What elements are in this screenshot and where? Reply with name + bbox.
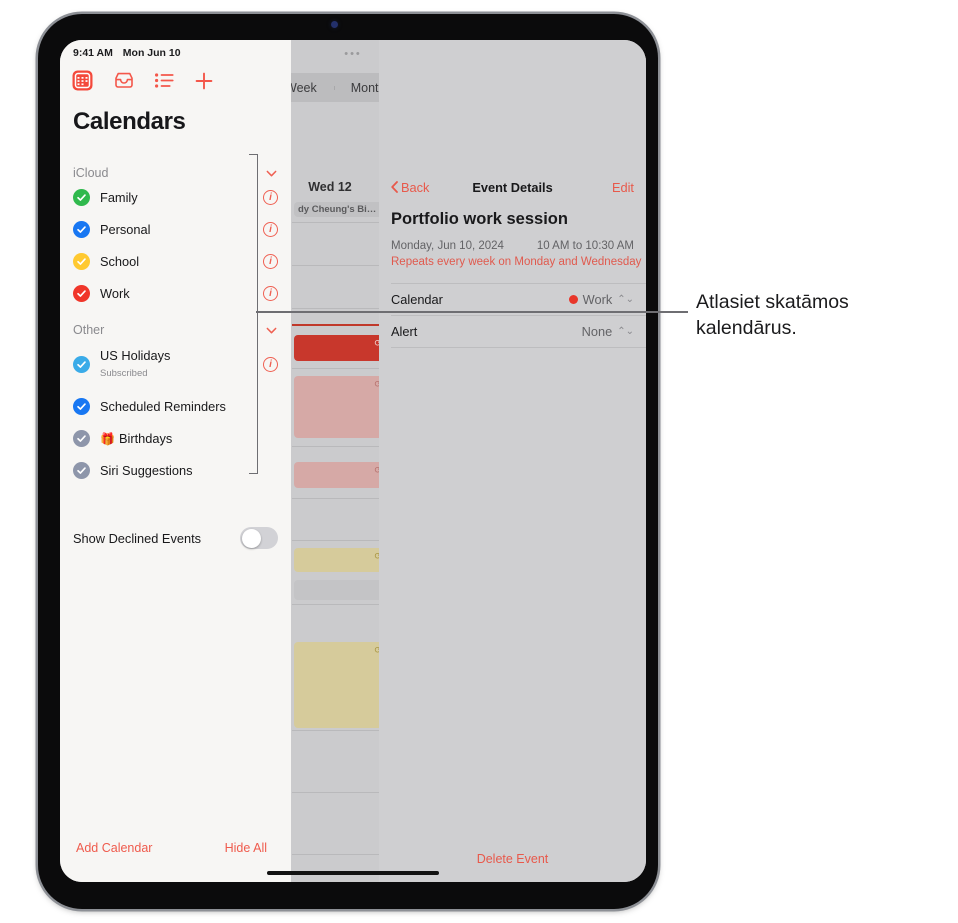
event-details-title: Event Details (472, 179, 553, 195)
info-icon[interactable]: i (263, 357, 278, 372)
event-time: 10 AM to 10:30 AM (536, 240, 634, 252)
checkmark-icon[interactable] (73, 398, 90, 415)
delete-event-button[interactable]: Delete Event (379, 852, 646, 866)
calendar-event[interactable]: ⟳ (294, 642, 386, 728)
section-header-icloud[interactable]: iCloud (73, 164, 277, 182)
device-screen: ••• 100% Week Month (60, 40, 646, 882)
screenshot-root: ••• 100% Week Month (0, 0, 958, 923)
info-icon[interactable]: i (263, 254, 278, 269)
checkmark-icon[interactable] (73, 356, 90, 373)
event-date: Monday, Jun 10, 2024 (391, 240, 504, 252)
calendar-row-us-holidays[interactable]: US Holidays Subscribed i (73, 348, 278, 379)
section-header-other[interactable]: Other (73, 321, 277, 339)
status-bar-left: 9:41 AM Mon Jun 10 (73, 47, 181, 59)
hide-all-button[interactable]: Hide All (225, 841, 267, 855)
checkmark-icon[interactable] (73, 285, 90, 302)
calendar-row-personal[interactable]: Personal i (73, 216, 278, 243)
calendar-row-value: Work (582, 292, 613, 307)
status-time: 9:41 AM (73, 47, 113, 59)
calendar-label-family: Family (100, 190, 138, 205)
checkmark-icon[interactable] (73, 253, 90, 270)
checkmark-icon[interactable] (73, 189, 90, 206)
chevron-down-icon[interactable] (266, 168, 277, 179)
alert-row-value: None (581, 324, 613, 339)
add-calendar-button[interactable]: Add Calendar (76, 841, 152, 855)
event-details-navbar: Back Event Details Edit (379, 172, 646, 202)
checkmark-icon[interactable] (73, 221, 90, 238)
event-repeat-rule: Repeats every week on Monday and Wednesd… (391, 256, 642, 268)
calendar-sublabel-subscribed: Subscribed (100, 368, 148, 379)
list-icon[interactable] (155, 73, 174, 93)
edit-button[interactable]: Edit (612, 180, 634, 195)
calendar-row-label: Calendar (391, 292, 443, 307)
info-icon[interactable]: i (263, 190, 278, 205)
calendar-row-scheduled-reminders[interactable]: Scheduled Reminders (73, 393, 278, 420)
camera-dot (331, 21, 338, 28)
multitasking-dots-icon[interactable]: ••• (344, 49, 362, 60)
event-details-panel: Back Event Details Edit Portfolio work s… (379, 40, 646, 882)
home-indicator[interactable] (267, 870, 439, 875)
calendar-label-us-holidays: US Holidays (100, 348, 171, 363)
checkmark-icon[interactable] (73, 462, 90, 479)
calendar-event[interactable]: ⟳ (294, 548, 386, 572)
info-icon[interactable]: i (263, 222, 278, 237)
callout-leader-line (256, 311, 688, 313)
event-date-time: Monday, Jun 10, 2024 10 AM to 10:30 AM (391, 240, 634, 252)
calendar-icon[interactable] (72, 70, 93, 96)
chevron-down-icon[interactable] (266, 325, 277, 336)
calendar-row-value-group[interactable]: Work ⌃⌄ (568, 292, 634, 307)
calendar-row-family[interactable]: Family i (73, 184, 278, 211)
ipad-device-frame: ••• 100% Week Month (38, 14, 658, 909)
section-label-icloud: iCloud (73, 166, 109, 180)
calendar-event[interactable]: ⟳ (294, 335, 386, 361)
calendar-row-work[interactable]: Work i (73, 280, 278, 307)
calendar-row-school[interactable]: School i (73, 248, 278, 275)
alert-row-label: Alert (391, 324, 418, 339)
day-header-wed[interactable]: Wed 12 (290, 180, 370, 194)
chevron-updown-icon[interactable]: ⌃⌄ (617, 294, 634, 305)
alert-row-value-group[interactable]: None ⌃⌄ (582, 324, 634, 339)
show-declined-events-row[interactable]: Show Declined Events (73, 527, 278, 549)
plus-icon[interactable] (195, 72, 213, 95)
show-declined-events-toggle[interactable] (240, 527, 278, 549)
work-calendar-color-dot (568, 295, 578, 304)
calendar-label-work: Work (100, 286, 130, 301)
calendar-label-personal: Personal (100, 222, 151, 237)
sidebar-footer: Add Calendar Hide All (60, 830, 291, 882)
event-title: Portfolio work session (391, 210, 568, 228)
section-label-other: Other (73, 323, 105, 337)
status-date: Mon Jun 10 (122, 47, 181, 59)
all-day-event-chip[interactable]: dy Cheung's Bi… (294, 202, 386, 217)
divider (391, 347, 646, 348)
calendar-event[interactable]: ⟳ (294, 462, 386, 488)
info-icon[interactable]: i (263, 286, 278, 301)
calendar-row-birthdays[interactable]: 🎁 Birthdays (73, 425, 278, 452)
callout-bracket (249, 154, 258, 474)
page-title: Calendars (73, 108, 186, 135)
inbox-icon[interactable] (114, 72, 134, 94)
detail-row-alert[interactable]: Alert None ⌃⌄ (391, 316, 634, 347)
checkmark-icon[interactable] (73, 430, 90, 447)
gift-icon: 🎁 (100, 431, 115, 446)
show-declined-events-label: Show Declined Events (73, 530, 202, 546)
chevron-updown-icon[interactable]: ⌃⌄ (617, 326, 634, 337)
callout-text: Atlasiet skatāmos kalendārus. (696, 291, 849, 339)
calendar-event[interactable]: ⟳ (294, 376, 386, 438)
calendar-row-siri-suggestions[interactable]: Siri Suggestions (73, 457, 278, 484)
calendar-label-school: School (100, 254, 140, 269)
calendar-event[interactable] (294, 580, 386, 600)
sidebar-toolbar (72, 70, 213, 96)
